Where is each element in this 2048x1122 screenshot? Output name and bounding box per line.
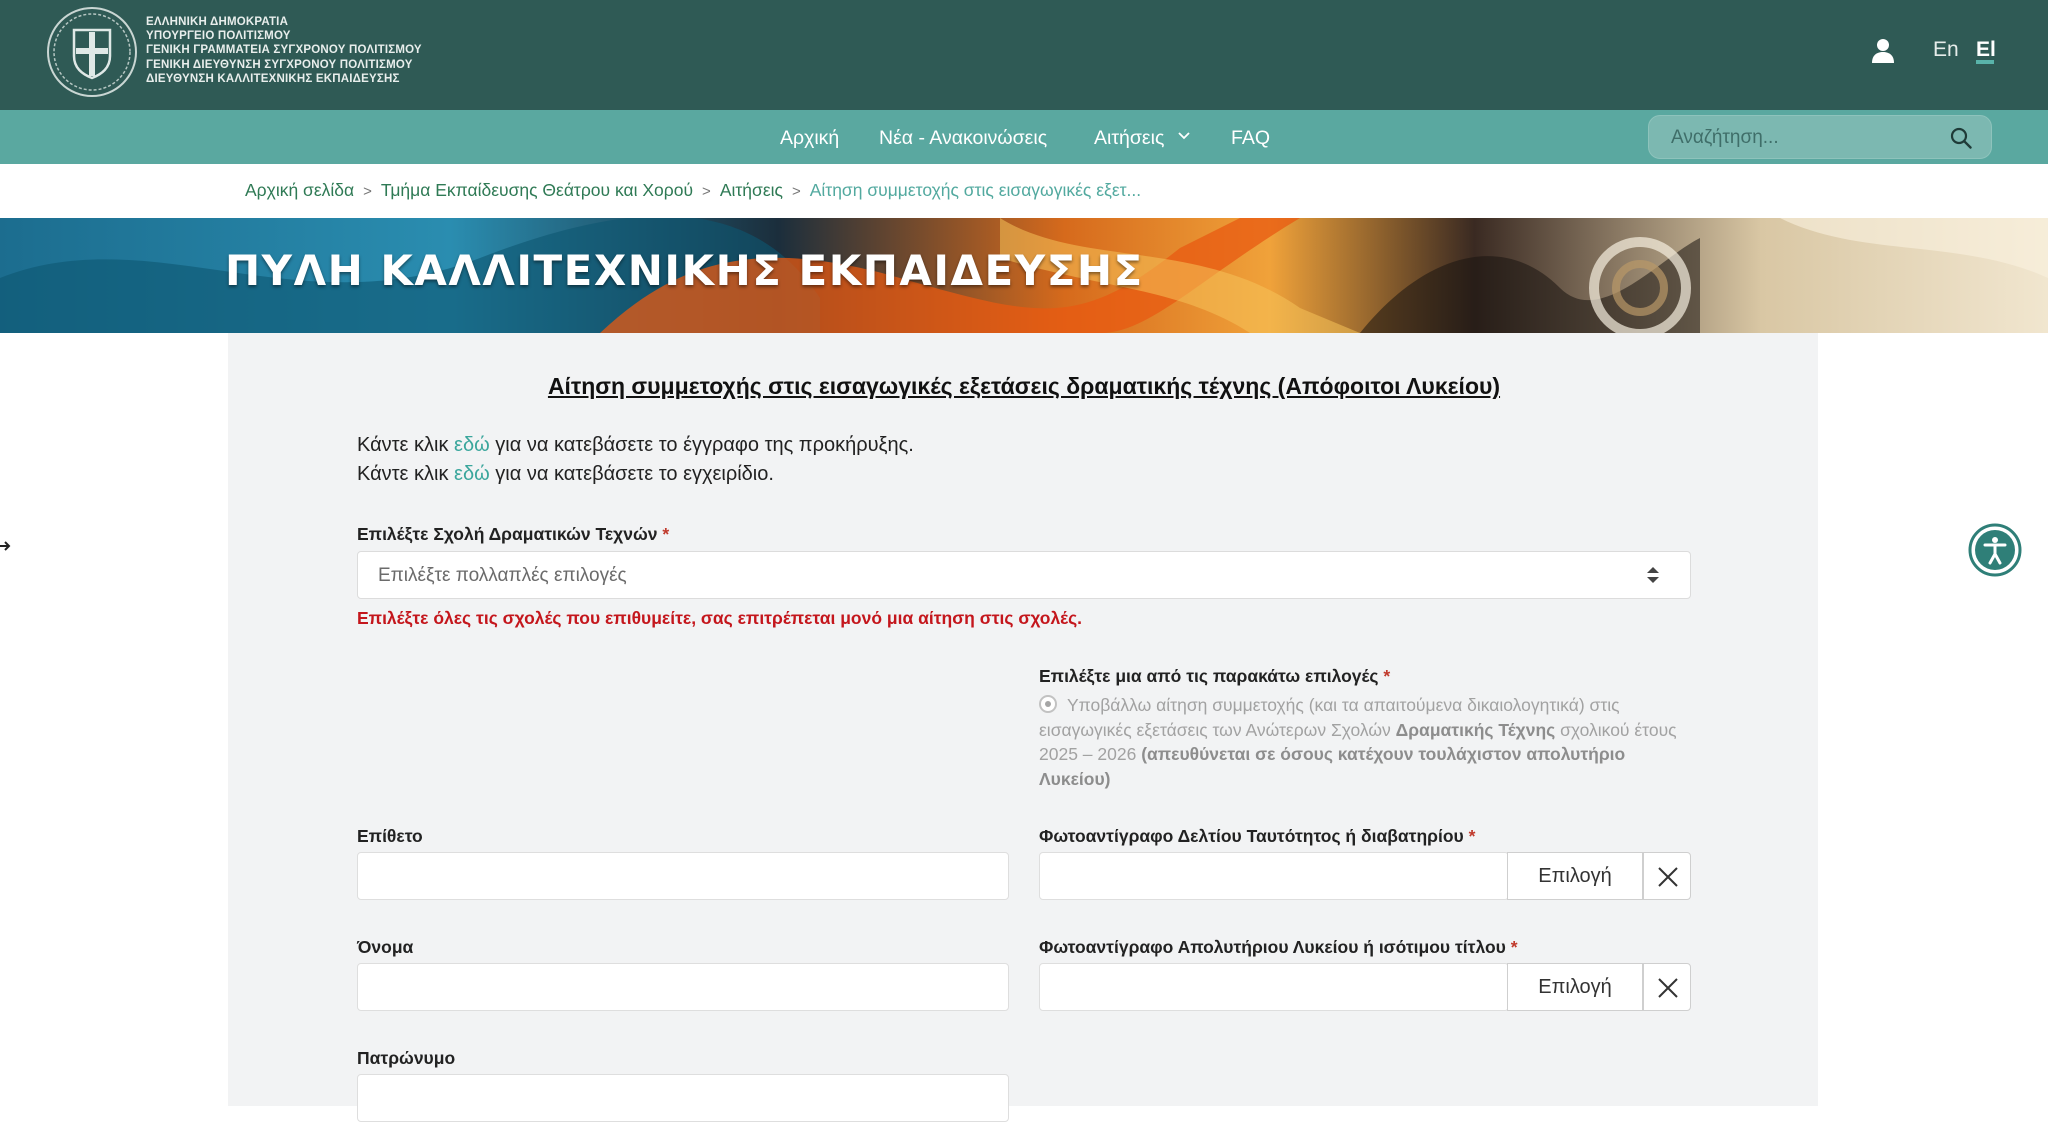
- search-icon[interactable]: [1950, 127, 1972, 149]
- select-arrows-icon[interactable]: [1645, 564, 1661, 586]
- breadcrumb-separator-icon: >: [363, 183, 372, 200]
- info-text: Κάντε κλικ: [357, 434, 455, 456]
- accessibility-icon: [1968, 523, 2022, 577]
- id-copy-choose-button[interactable]: Επιλογή: [1507, 852, 1643, 900]
- radio-selected-dot: [1045, 701, 1051, 707]
- active-lang-indicator: [1976, 60, 1994, 64]
- gov-line: ΓΕΝΙΚΗ ΔΙΕΥΘΥΝΣΗ ΣΥΓΧΡΟΝΟΥ ΠΟΛΙΤΙΣΜΟΥ: [146, 58, 413, 71]
- option-label: Επιλέξτε μια από τις παρακάτω επιλογές *: [1039, 666, 1391, 686]
- lang-en-link[interactable]: En: [1933, 38, 1959, 62]
- hero-banner: ΠΥΛΗ ΚΑΛΛΙΤΕΧΝΙΚΗΣ ΕΚΠΑΙΔΕΥΣΗΣ: [0, 218, 2048, 333]
- name-label: Όνομα: [357, 937, 414, 957]
- info-text: Κάντε κλικ: [357, 463, 455, 485]
- school-warning-text: Επιλέξτε όλες τις σχολές που επιθυμείτε,…: [357, 608, 1083, 628]
- id-copy-file-field[interactable]: [1039, 852, 1509, 900]
- lang-el-link[interactable]: El: [1976, 38, 1996, 62]
- breadcrumb-applications[interactable]: Αιτήσεις: [720, 180, 783, 200]
- form-title: Αίτηση συμμετοχής στις εισαγωγικές εξετά…: [547, 373, 1501, 399]
- nav-item-faq[interactable]: FAQ: [1231, 127, 1270, 150]
- nav-item-news[interactable]: Νέα - Ανακοινώσεις: [879, 127, 1047, 150]
- breadcrumb: Αρχική σελίδα > Τμήμα Εκπαίδευσης Θεάτρου …: [245, 180, 1141, 201]
- close-icon: [1658, 867, 1678, 887]
- gov-line: ΥΠΟΥΡΓΕΙΟ ΠΟΛΙΤΙΣΜΟΥ: [146, 30, 291, 43]
- accessibility-button[interactable]: [1968, 523, 2022, 577]
- search-input[interactable]: [1669, 116, 1943, 160]
- gov-line: ΕΛΛΗΝΙΚΗ ΔΗΜΟΚΡΑΤΙΑ: [146, 16, 289, 28]
- breadcrumb-separator-icon: >: [702, 183, 711, 200]
- user-icon[interactable]: [1871, 38, 1895, 64]
- nav-item-home[interactable]: Αρχική: [780, 127, 839, 150]
- info-text: για να κατεβάσετε το εγχειρίδιο.: [489, 463, 774, 485]
- breadcrumb-separator-icon: >: [791, 183, 801, 200]
- required-mark: *: [1468, 826, 1476, 846]
- school-multiselect[interactable]: Επιλέξτε πολλαπλές επιλογές: [357, 551, 1691, 599]
- option-radio-text: Υποβάλλω αίτηση συμμετοχής (και τα απαιτ…: [1039, 695, 1677, 789]
- father-name-label: Πατρώνυμο: [357, 1048, 456, 1068]
- search-box: [1648, 115, 1992, 160]
- surname-label: Επίθετο: [357, 826, 423, 846]
- diploma-copy-file-field[interactable]: [1039, 963, 1509, 1011]
- name-input[interactable]: [357, 963, 1009, 1011]
- gov-line: ΓΕΝΙΚΗ ΓΡΑΜΜΑΤΕΙΑ ΣΥΓΧΡΟΝΟΥ ΠΟΛΙΤΙΣΜΟΥ: [146, 44, 422, 57]
- manual-download-text: Κάντε κλικ εδώ για να κατεβάσετε το εγχε…: [357, 463, 774, 486]
- required-mark: *: [662, 524, 670, 544]
- chevron-down-icon[interactable]: [1178, 132, 1190, 140]
- breadcrumb-current: Αίτηση συμμετοχής στις εισαγωγικές εξετ.…: [809, 180, 1142, 200]
- option-radio-button[interactable]: [1039, 695, 1057, 713]
- diploma-copy-label: Φωτοαντίγραφο Απολυτήριου Λυκείου ή ισότ…: [1039, 937, 1518, 957]
- nav-item-applications[interactable]: Αιτήσεις: [1094, 127, 1164, 150]
- breadcrumb-home[interactable]: Αρχική σελίδα: [245, 180, 354, 200]
- required-mark: *: [1383, 666, 1391, 686]
- gov-line: ΔΙΕΥΘΥΝΣΗ ΚΑΛΛΙΤΕΧΝΙΚΗΣ ΕΚΠΑΙΔΕΥΣΗΣ: [146, 72, 400, 85]
- required-mark: *: [1510, 937, 1518, 957]
- breadcrumb-department[interactable]: Τμήμα Εκπαίδευσης Θεάτρου και Χορού: [381, 180, 693, 200]
- announcement-download-text: Κάντε κλικ εδώ για να κατεβάσετε το έγγρ…: [357, 434, 914, 457]
- id-copy-label: Φωτοαντίγραφο Δελτίου Ταυτότητος ή διαβα…: [1039, 826, 1476, 846]
- ministry-text: ΕΛΛΗΝΙΚΗ ΔΗΜΟΚΡΑΤΙΑ ΥΠΟΥΡΓΕΙΟ ΠΟΛΙΤΙΣΜΟΥ…: [146, 15, 422, 86]
- surname-input[interactable]: [357, 852, 1009, 900]
- school-select-label: Επιλέξτε Σχολή Δραματικών Τεχνών *: [357, 524, 670, 544]
- resize-arrow-icon: [0, 541, 11, 551]
- manual-download-link[interactable]: εδώ: [454, 463, 490, 485]
- top-header: ΕΛΛΗΝΙΚΗ ΔΗΜΟΚΡΑΤΙΑ ΥΠΟΥΡΓΕΙΟ ΠΟΛΙΤΙΣΜΟΥ…: [0, 0, 2048, 110]
- school-select-placeholder: Επιλέξτε πολλαπλές επιλογές: [378, 565, 627, 586]
- close-icon: [1658, 978, 1678, 998]
- diploma-copy-clear-button[interactable]: [1643, 963, 1691, 1011]
- announcement-download-link[interactable]: εδώ: [454, 434, 490, 456]
- info-text: για να κατεβάσετε το έγγραφο της προκήρυ…: [489, 434, 914, 456]
- portal-title: ΠΥΛΗ ΚΑΛΛΙΤΕΧΝΙΚΗΣ ΕΚΠΑΙΔΕΥΣΗΣ: [225, 246, 1144, 295]
- father-name-input[interactable]: [357, 1074, 1009, 1122]
- diploma-copy-choose-button[interactable]: Επιλογή: [1507, 963, 1643, 1011]
- coat-of-arms-logo[interactable]: [46, 6, 138, 98]
- id-copy-clear-button[interactable]: [1643, 852, 1691, 900]
